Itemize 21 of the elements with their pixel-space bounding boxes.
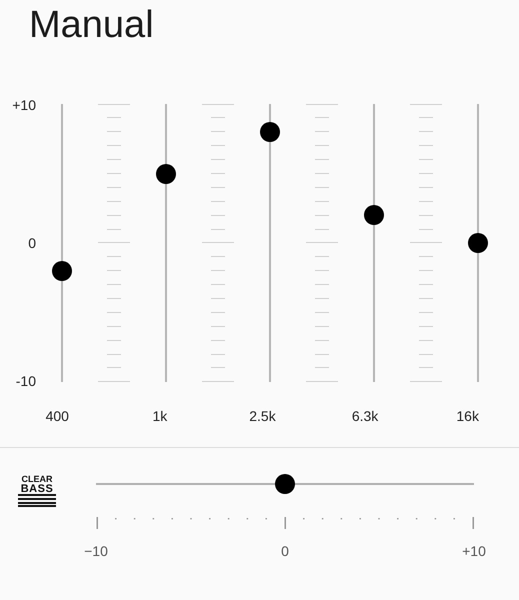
frequency-label: 400	[44, 408, 70, 424]
frequency-label: 16k	[455, 408, 480, 424]
slider-thumb[interactable]	[156, 164, 176, 184]
slider-thumb[interactable]	[260, 122, 280, 142]
scale-label: 0	[280, 543, 290, 559]
axis-label: 0	[28, 236, 36, 250]
axis-label: -10	[16, 374, 36, 388]
stripes-icon	[18, 494, 56, 507]
slider-thumb[interactable]	[364, 205, 384, 226]
frequency-label: 6.3k	[350, 408, 380, 424]
scale-label: +10	[461, 543, 487, 559]
logo-text: CLEAR	[22, 475, 52, 484]
slider-thumb[interactable]	[275, 474, 295, 494]
slider-thumb[interactable]	[52, 260, 72, 281]
page-title: Manual	[28, 3, 155, 47]
frequency-label: 2.5k	[248, 408, 277, 424]
axis-label: +10	[12, 98, 36, 112]
frequency-label: 1k	[151, 408, 168, 424]
logo-text: BASS	[20, 484, 54, 494]
scale-label: −10	[83, 543, 109, 559]
slider-thumb[interactable]	[468, 233, 488, 253]
